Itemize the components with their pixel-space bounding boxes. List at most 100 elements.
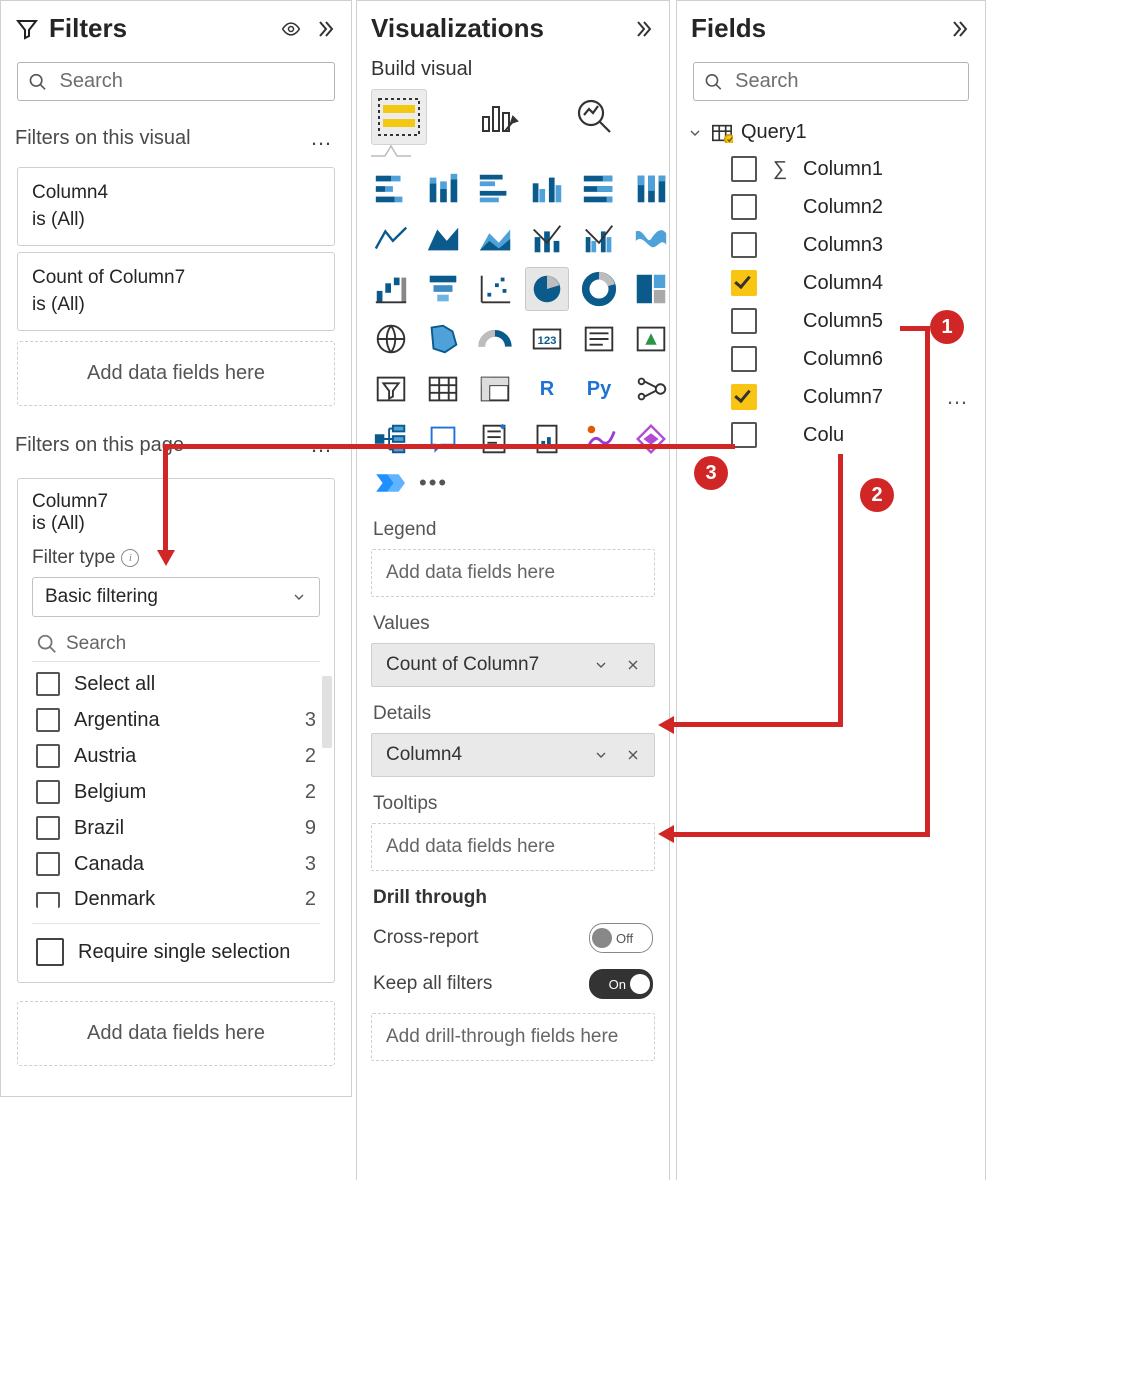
viz-donut-icon[interactable] (577, 267, 621, 311)
chevron-down-icon[interactable] (590, 744, 612, 766)
viz-r-icon[interactable]: R (525, 367, 569, 411)
cross-report-toggle[interactable]: Off (589, 923, 653, 953)
more-icon[interactable]: … (310, 125, 333, 151)
checkbox[interactable] (731, 270, 757, 296)
viz-scatter-icon[interactable] (473, 267, 517, 311)
viz-map-icon[interactable] (369, 317, 413, 361)
viz-decomposition-tree-icon[interactable] (369, 417, 413, 461)
viz-clustered-bar-icon[interactable] (473, 167, 517, 211)
chevron-down-icon[interactable] (590, 654, 612, 676)
field-item[interactable]: ∑Column1 (683, 150, 979, 188)
viz-paginated-report-icon[interactable] (525, 417, 569, 461)
scrollbar[interactable] (322, 676, 332, 748)
checkbox[interactable] (36, 816, 60, 840)
values-well[interactable]: Count of Column7 (371, 643, 655, 687)
viz-100-stacked-column-icon[interactable] (629, 167, 673, 211)
collapse-icon[interactable] (631, 17, 655, 41)
checkbox[interactable] (36, 938, 64, 966)
viz-python-icon[interactable]: Py (577, 367, 621, 411)
remove-icon[interactable] (622, 744, 644, 766)
viz-kpi-icon[interactable] (629, 317, 673, 361)
viz-treemap-icon[interactable] (629, 267, 673, 311)
checkbox[interactable] (731, 346, 757, 372)
fields-search-input[interactable] (733, 69, 958, 94)
filter-values-search[interactable]: Search (32, 627, 320, 662)
field-item[interactable]: Column6 (683, 340, 979, 378)
viz-stacked-column-icon[interactable] (421, 167, 465, 211)
collapse-icon[interactable] (313, 17, 337, 41)
list-item[interactable]: Austria2 (32, 738, 320, 774)
checkbox[interactable] (36, 892, 60, 908)
checkbox[interactable] (36, 708, 60, 732)
collapse-icon[interactable] (947, 17, 971, 41)
checkbox[interactable] (731, 422, 757, 448)
viz-smart-narrative-icon[interactable] (473, 417, 517, 461)
checkbox[interactable] (731, 156, 757, 182)
tab-format[interactable] (469, 89, 525, 145)
viz-area-icon[interactable] (421, 217, 465, 261)
require-single-selection[interactable]: Require single selection (32, 923, 320, 982)
viz-card-icon[interactable]: 123 (525, 317, 569, 361)
field-item[interactable]: Colu (683, 416, 979, 454)
checkbox[interactable] (731, 384, 757, 410)
add-fields-dropzone[interactable]: Add data fields here (17, 1001, 335, 1066)
filter-card[interactable]: Count of Column7 is (All) (17, 252, 335, 331)
tab-fields[interactable] (371, 89, 427, 145)
tooltips-well[interactable]: Add data fields here (371, 823, 655, 871)
checkbox[interactable] (36, 852, 60, 876)
checkbox[interactable] (36, 780, 60, 804)
viz-key-influencers-icon[interactable] (629, 367, 673, 411)
fields-search[interactable] (693, 62, 969, 101)
filter-card[interactable]: Column4 is (All) (17, 167, 335, 246)
viz-filled-map-icon[interactable] (421, 317, 465, 361)
viz-table-icon[interactable] (421, 367, 465, 411)
list-item[interactable]: Argentina3 (32, 702, 320, 738)
field-item[interactable]: Column2 (683, 188, 979, 226)
viz-line-icon[interactable] (369, 217, 413, 261)
viz-stacked-bar-icon[interactable] (369, 167, 413, 211)
more-icon[interactable]: … (946, 384, 975, 410)
viz-line-clustered-column-icon[interactable] (577, 217, 621, 261)
field-item[interactable]: Column5 (683, 302, 979, 340)
checkbox[interactable] (731, 194, 757, 220)
eye-icon[interactable] (279, 17, 303, 41)
filters-search-input[interactable] (58, 69, 324, 94)
viz-clustered-column-icon[interactable] (525, 167, 569, 211)
viz-multirow-card-icon[interactable] (577, 317, 621, 361)
list-item[interactable]: Denmark2 (32, 882, 320, 917)
page-filter-card[interactable]: Column7 is (All) Filter type i Basic fil… (17, 478, 335, 983)
drillthrough-well[interactable]: Add drill-through fields here (371, 1013, 655, 1061)
filters-search[interactable] (17, 62, 335, 101)
add-fields-dropzone[interactable]: Add data fields here (17, 341, 335, 406)
checkbox[interactable] (731, 232, 757, 258)
field-item[interactable]: Column7… (683, 378, 979, 416)
viz-gauge-icon[interactable] (473, 317, 517, 361)
viz-100-stacked-bar-icon[interactable] (577, 167, 621, 211)
viz-pie-icon[interactable] (525, 267, 569, 311)
details-well[interactable]: Column4 (371, 733, 655, 777)
viz-ribbon-icon[interactable] (629, 217, 673, 261)
list-item[interactable]: Canada3 (32, 846, 320, 882)
viz-slicer-icon[interactable] (369, 367, 413, 411)
more-visuals-icon[interactable]: ••• (419, 470, 448, 496)
viz-line-stacked-column-icon[interactable] (525, 217, 569, 261)
viz-matrix-icon[interactable] (473, 367, 517, 411)
list-item[interactable]: Select all (32, 666, 320, 702)
remove-icon[interactable] (622, 654, 644, 676)
list-item[interactable]: Belgium2 (32, 774, 320, 810)
viz-power-apps-icon[interactable] (577, 417, 621, 461)
field-item[interactable]: Column3 (683, 226, 979, 264)
viz-stacked-area-icon[interactable] (473, 217, 517, 261)
viz-power-automate-icon[interactable] (629, 417, 673, 461)
field-item[interactable]: Column4 (683, 264, 979, 302)
checkbox[interactable] (731, 308, 757, 334)
viz-waterfall-icon[interactable] (369, 267, 413, 311)
viz-get-more-icon[interactable] (373, 469, 405, 497)
keep-filters-toggle[interactable]: On (589, 969, 653, 999)
viz-qa-icon[interactable] (421, 417, 465, 461)
table-node[interactable]: Query1 (683, 115, 979, 150)
tab-analytics[interactable] (567, 89, 623, 145)
info-icon[interactable]: i (121, 549, 139, 567)
list-item[interactable]: Brazil9 (32, 810, 320, 846)
filter-type-dropdown[interactable]: Basic filtering (32, 577, 320, 617)
